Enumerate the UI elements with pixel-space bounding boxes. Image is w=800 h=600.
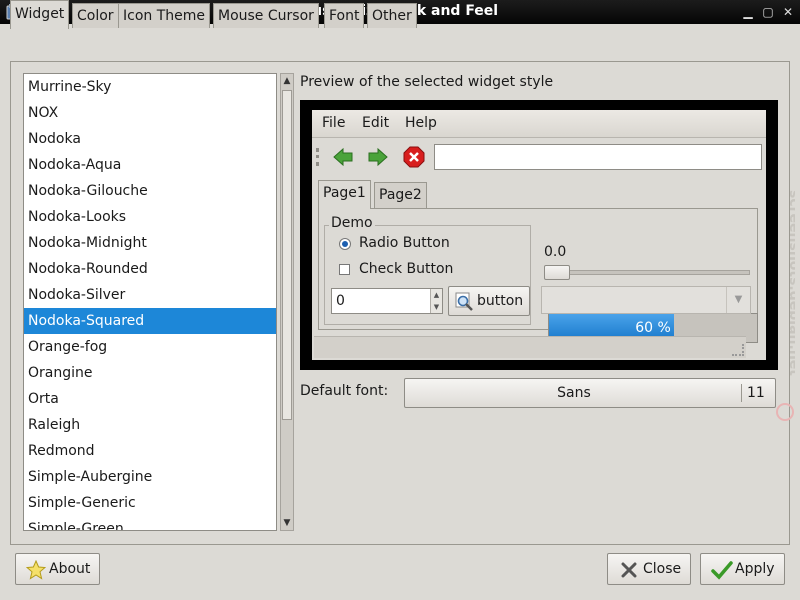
- list-item[interactable]: Orange-fog: [24, 334, 276, 360]
- about-label: About: [49, 561, 91, 577]
- demo-button[interactable]: button: [448, 286, 530, 316]
- preview-label: Preview of the selected widget style: [300, 74, 554, 90]
- close-icon: [621, 562, 637, 578]
- apply-label: Apply: [735, 561, 775, 577]
- list-item-selected[interactable]: Nodoka-Squared: [24, 308, 276, 334]
- tab-icon-theme[interactable]: Icon Theme: [118, 3, 211, 28]
- apply-button[interactable]: Apply: [700, 553, 785, 585]
- tab-page2[interactable]: Page2: [374, 182, 427, 208]
- list-item[interactable]: Simple-Aubergine: [24, 464, 276, 490]
- list-item[interactable]: Simple-Generic: [24, 490, 276, 516]
- list-item[interactable]: Nodoka-Silver: [24, 282, 276, 308]
- preview-statusbar: [314, 336, 746, 358]
- scale-value: 0.0: [544, 244, 567, 260]
- svg-text:screenshots.debian.net: screenshots.debian.net: [786, 190, 795, 376]
- toolbar-grip-icon[interactable]: [316, 148, 319, 166]
- list-item[interactable]: Simple-Green: [24, 516, 276, 530]
- list-item[interactable]: Orta: [24, 386, 276, 412]
- list-item[interactable]: NOX: [24, 100, 276, 126]
- watermark-logo: screenshots.debian.net: [776, 190, 795, 421]
- list-item[interactable]: Nodoka-Midnight: [24, 230, 276, 256]
- font-button[interactable]: Sans 11: [404, 378, 776, 408]
- stop-icon[interactable]: [403, 146, 425, 168]
- radio-label: Radio Button: [359, 235, 450, 251]
- menu-file[interactable]: File: [322, 115, 345, 131]
- demo-legend: Demo: [329, 215, 375, 231]
- list-item[interactable]: Nodoka: [24, 126, 276, 152]
- list-item[interactable]: Redmond: [24, 438, 276, 464]
- demo-button-label: button: [477, 293, 524, 309]
- forward-arrow-icon[interactable]: [367, 146, 389, 168]
- scale-thumb[interactable]: [544, 265, 570, 280]
- list-item[interactable]: Nodoka-Looks: [24, 204, 276, 230]
- spin-button[interactable]: 0 ▲ ▼: [331, 288, 443, 314]
- tab-color[interactable]: Color: [72, 3, 119, 28]
- combo-box[interactable]: ▼: [541, 286, 751, 314]
- list-item[interactable]: Murrine-Sky: [24, 74, 276, 100]
- preview-menubar: File Edit Help: [312, 110, 766, 138]
- list-item[interactable]: Raleigh: [24, 412, 276, 438]
- star-icon: [26, 560, 46, 580]
- resize-grip-icon[interactable]: [732, 344, 744, 356]
- preview-area: File Edit Help Page1 Page2 Demo Radio Bu…: [312, 110, 766, 360]
- radio-checked-icon[interactable]: [339, 238, 351, 250]
- menu-edit[interactable]: Edit: [362, 115, 389, 131]
- font-name: Sans: [557, 385, 591, 401]
- scroll-down-icon[interactable]: ▼: [281, 516, 293, 530]
- close-button[interactable]: Close: [607, 553, 691, 585]
- list-item[interactable]: Nodoka-Rounded: [24, 256, 276, 282]
- theme-list[interactable]: Murrine-Sky NOX Nodoka Nodoka-Aqua Nodok…: [23, 73, 277, 531]
- menu-help[interactable]: Help: [405, 115, 437, 131]
- chevron-down-icon[interactable]: ▼: [726, 287, 750, 313]
- minimize-icon[interactable]: ▁: [740, 4, 756, 20]
- checkmark-icon: [711, 561, 733, 580]
- back-arrow-icon[interactable]: [332, 146, 354, 168]
- scale-trough[interactable]: [544, 270, 750, 275]
- progress-text: 60 %: [635, 320, 671, 336]
- checkbox-icon[interactable]: [339, 264, 350, 275]
- preview-toolbar: [312, 140, 766, 174]
- tab-font[interactable]: Font: [324, 3, 365, 28]
- default-font-label: Default font:: [300, 383, 389, 399]
- list-item[interactable]: Nodoka-Aqua: [24, 152, 276, 178]
- font-size: 11: [747, 385, 765, 401]
- check-label: Check Button: [359, 261, 454, 277]
- close-window-icon[interactable]: ✕: [780, 4, 796, 20]
- tab-other[interactable]: Other: [367, 3, 417, 28]
- toolbar-entry[interactable]: [434, 144, 762, 170]
- list-item[interactable]: Orangine: [24, 360, 276, 386]
- scroll-up-icon[interactable]: ▲: [281, 74, 293, 88]
- spin-arrows-icon[interactable]: ▲ ▼: [430, 289, 442, 313]
- close-label: Close: [643, 561, 682, 577]
- list-scrollbar[interactable]: ▲ ▼: [280, 73, 294, 531]
- list-item[interactable]: Nodoka-Gilouche: [24, 178, 276, 204]
- scroll-thumb[interactable]: [282, 90, 292, 420]
- tab-mouse-cursor[interactable]: Mouse Cursor: [213, 3, 319, 28]
- font-separator: [741, 384, 742, 402]
- zoom-icon: [455, 292, 473, 311]
- spin-value: 0: [336, 293, 345, 309]
- about-button[interactable]: About: [15, 553, 100, 585]
- maximize-icon[interactable]: ▢: [760, 4, 776, 20]
- tab-widget[interactable]: Widget: [10, 0, 70, 29]
- tab-page1[interactable]: Page1: [318, 180, 371, 209]
